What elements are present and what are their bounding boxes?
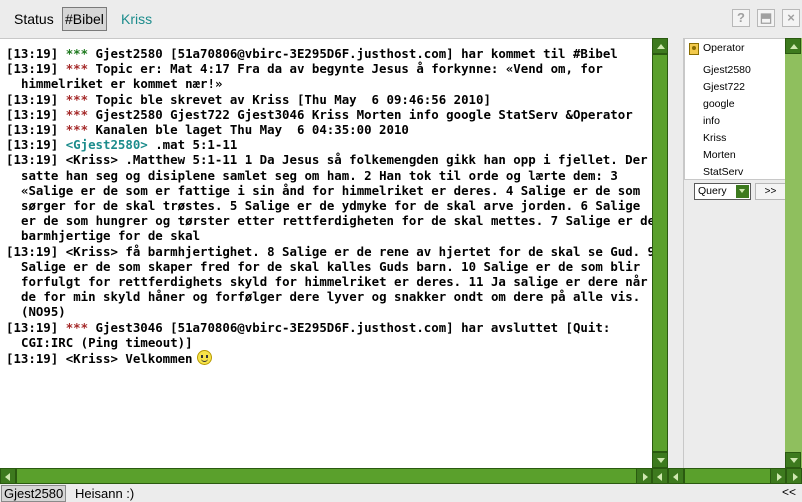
tab-bibel[interactable]: #Bibel xyxy=(62,7,107,31)
chat-event-marker: *** xyxy=(65,91,89,107)
help-icon: ? xyxy=(737,10,745,25)
user-scroll-up-button[interactable] xyxy=(785,38,801,54)
chat-line: [13:19] *** Gjest2580 Gjest722 Gjest3046… xyxy=(6,107,662,122)
chat-nick[interactable]: <Gjest2580> xyxy=(66,137,148,152)
user-item-info[interactable]: info xyxy=(703,115,720,127)
chat-text: få barmhjertighet. 8 Salige er de rene a… xyxy=(21,243,655,320)
chat-line: [13:19] <Gjest2580> .mat 5:1-11 xyxy=(6,137,662,152)
chat-horizontal-scrollbar[interactable] xyxy=(0,468,668,484)
chat-text: .mat 5:1-11 xyxy=(155,137,238,153)
query-go-button[interactable]: >> xyxy=(755,183,786,200)
tab-bar: Status #Bibel Kriss ? ⬒ × xyxy=(0,0,802,38)
chat-nick[interactable]: <Kriss> xyxy=(66,244,118,259)
chat-line: [13:19] <Kriss> .Matthew 5:1-11 1 Da Jes… xyxy=(6,152,662,243)
pane-divider-left-button[interactable] xyxy=(652,468,668,484)
user-item-gjest722[interactable]: Gjest722 xyxy=(703,81,745,93)
chat-hscroll-thumb[interactable] xyxy=(16,468,652,484)
chat-text: Kanalen ble laget Thu May 6 04:35:00 201… xyxy=(95,122,409,138)
user-item-google[interactable]: google xyxy=(703,98,735,110)
chat-timestamp: [13:19] xyxy=(6,152,59,168)
close-icon: × xyxy=(787,10,795,25)
query-select-value: Query xyxy=(698,185,727,197)
user-list: Operator Gjest2580 Gjest722 google info … xyxy=(684,38,786,180)
collapse-button[interactable]: << xyxy=(782,485,796,499)
chat-timestamp: [13:19] xyxy=(6,46,59,61)
chat-timestamp: [13:19] xyxy=(6,351,59,367)
chat-scroll-thumb[interactable] xyxy=(652,54,668,452)
smiley-icon xyxy=(196,350,212,366)
chat-scroll-left-button[interactable] xyxy=(0,468,16,484)
chat-text: Gjest2580 [51a70806@vbirc-3E295D6F.justh… xyxy=(95,46,618,61)
chat-timestamp: [13:19] xyxy=(6,106,59,122)
chat-text: Topic ble skrevet av Kriss [Thu May 6 09… xyxy=(95,91,491,107)
user-item-morten[interactable]: Morten xyxy=(703,149,736,161)
user-scroll-left-button[interactable] xyxy=(668,468,684,484)
user-item-operator[interactable]: Operator xyxy=(703,42,744,54)
chat-line: [13:19] *** Gjest3046 [51a70806@vbirc-3E… xyxy=(6,320,662,350)
chat-timestamp: [13:19] xyxy=(6,137,59,153)
message-input[interactable] xyxy=(72,485,772,502)
chat-timestamp: [13:19] xyxy=(6,319,59,335)
chat-event-marker: *** xyxy=(65,46,89,61)
chat-text: Gjest2580 Gjest722 Gjest3046 Kriss Morte… xyxy=(95,106,633,122)
chat-line: [13:19] *** Topic ble skrevet av Kriss [… xyxy=(6,92,662,107)
tab-status[interactable]: Status xyxy=(11,7,57,31)
user-scroll-right-end-button[interactable] xyxy=(786,468,802,484)
user-scroll-down-button[interactable] xyxy=(785,452,801,468)
help-button[interactable]: ? xyxy=(732,9,750,27)
chat-timestamp: [13:19] xyxy=(6,61,59,77)
chat-line: [13:19] <Kriss> Velkommen xyxy=(6,350,662,366)
chat-event-marker: *** xyxy=(65,122,89,138)
close-button[interactable]: × xyxy=(782,9,800,27)
user-item-kriss[interactable]: Kriss xyxy=(703,132,726,144)
float-button[interactable]: ⬒ xyxy=(757,9,775,27)
chat-text: Velkommen xyxy=(125,351,193,367)
chat-text: Topic er: Mat 4:17 Fra da av begynte Jes… xyxy=(21,61,611,92)
irc-client-window: Status #Bibel Kriss ? ⬒ × [13:19] *** Gj… xyxy=(0,0,802,502)
chat-log: [13:19] *** Gjest2580 [51a70806@vbirc-3E… xyxy=(0,39,668,366)
chat-nick[interactable]: <Kriss> xyxy=(66,152,118,167)
chat-vertical-scrollbar[interactable] xyxy=(652,38,668,468)
query-select[interactable]: Query xyxy=(694,183,751,200)
chat-scroll-right-button[interactable] xyxy=(636,468,652,484)
chat-line: [13:19] *** Kanalen ble laget Thu May 6 … xyxy=(6,122,662,137)
chat-scroll-down-button[interactable] xyxy=(652,452,668,468)
user-vertical-scrollbar[interactable] xyxy=(785,38,802,468)
chat-text: .Matthew 5:1-11 1 Da Jesus så folkemengd… xyxy=(21,152,656,244)
chat-event-marker: *** xyxy=(65,319,89,335)
chat-timestamp: [13:19] xyxy=(6,122,59,138)
user-scroll-right-button[interactable] xyxy=(770,468,786,484)
float-window-icon: ⬒ xyxy=(759,10,773,25)
chat-nick[interactable]: <Kriss> xyxy=(66,351,118,366)
input-bar: Gjest2580 << xyxy=(0,484,802,502)
chat-line: [13:19] <Kriss> få barmhjertighet. 8 Sal… xyxy=(6,244,662,320)
chat-text: Gjest3046 [51a70806@vbirc-3E295D6F.justh… xyxy=(21,319,618,350)
chat-line: [13:19] *** Topic er: Mat 4:17 Fra da av… xyxy=(6,61,662,91)
chat-line: [13:19] *** Gjest2580 [51a70806@vbirc-3E… xyxy=(6,46,662,61)
user-hscroll-thumb[interactable] xyxy=(684,468,780,484)
user-horizontal-scrollbar[interactable] xyxy=(668,468,802,484)
user-item-statserv[interactable]: StatServ xyxy=(703,166,743,178)
chat-pane: [13:19] *** Gjest2580 [51a70806@vbirc-3E… xyxy=(0,38,668,468)
chat-timestamp: [13:19] xyxy=(6,91,59,107)
user-pane: Operator Gjest2580 Gjest722 google info … xyxy=(683,38,786,468)
chat-event-marker: *** xyxy=(65,61,89,77)
chevron-down-icon[interactable] xyxy=(736,185,749,198)
chat-scroll-up-button[interactable] xyxy=(652,38,668,54)
operator-icon xyxy=(689,43,699,55)
user-item-gjest2580[interactable]: Gjest2580 xyxy=(703,64,751,76)
chat-timestamp: [13:19] xyxy=(6,243,59,259)
tab-kriss[interactable]: Kriss xyxy=(118,7,155,31)
nick-label[interactable]: Gjest2580 xyxy=(1,485,67,502)
chat-event-marker: *** xyxy=(65,106,89,122)
